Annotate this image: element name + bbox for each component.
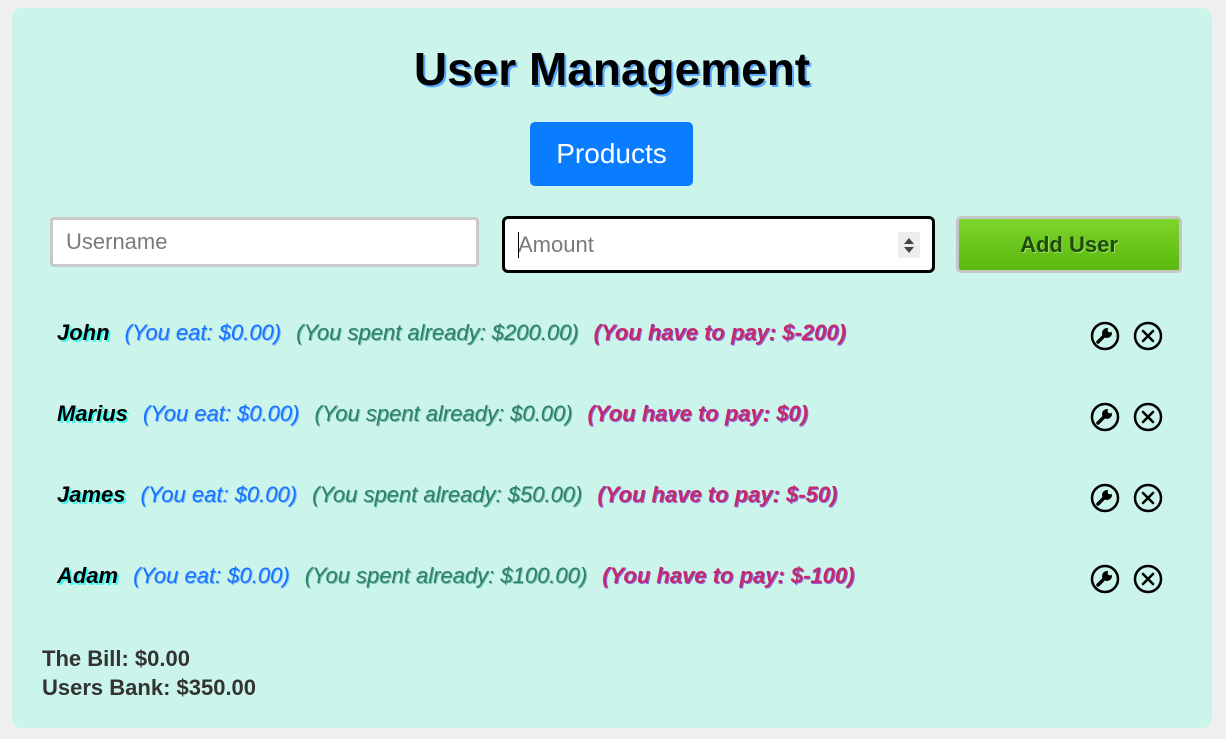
user-name: Adam xyxy=(57,563,119,588)
user-info: James (You eat: $0.00) (You spent already:… xyxy=(57,482,837,508)
bill-total: The Bill: $0.00 xyxy=(42,646,190,671)
user-row-marius: Marius (You eat: $0.00) (You spent already… xyxy=(12,401,1212,461)
amount-input[interactable] xyxy=(505,219,932,270)
text-caret xyxy=(518,232,519,258)
user-info: John (You eat: $0.00) (You spent already: … xyxy=(57,320,846,346)
user-eat: (You eat: $0.00) xyxy=(142,401,300,426)
wrench-icon[interactable] xyxy=(1090,564,1120,594)
user-name: James xyxy=(57,482,126,507)
user-row-adam: Adam (You eat: $0.00) (You spent already: … xyxy=(12,563,1212,623)
wrench-icon[interactable] xyxy=(1090,321,1120,351)
user-pay: (You have to pay: $-50) xyxy=(597,482,838,507)
amount-stepper[interactable] xyxy=(898,232,920,258)
wrench-icon[interactable] xyxy=(1090,483,1120,513)
close-circle-icon[interactable] xyxy=(1133,564,1163,594)
user-spent: (You spent already: $200.00) xyxy=(296,320,579,345)
user-spent: (You spent already: $100.00) xyxy=(304,563,588,588)
close-circle-icon[interactable] xyxy=(1133,483,1163,513)
summary: The Bill: $0.00 Users Bank: $350.00 xyxy=(42,644,256,702)
user-name: Marius xyxy=(57,401,128,426)
username-input[interactable] xyxy=(50,217,479,267)
user-spent: (You spent already: $0.00) xyxy=(314,401,573,426)
user-management-panel: User Management Products Add User John (Y… xyxy=(12,8,1212,728)
amount-field[interactable] xyxy=(502,216,935,273)
users-bank-total: Users Bank: $350.00 xyxy=(42,675,257,700)
user-spent: (You spent already: $50.00) xyxy=(312,482,583,507)
stepper-up-icon[interactable] xyxy=(904,237,914,244)
user-pay: (You have to pay: $0) xyxy=(587,401,808,426)
page-title: User Management xyxy=(413,43,811,95)
user-pay: (You have to pay: $-100) xyxy=(602,563,855,588)
products-button[interactable]: Products xyxy=(530,122,693,186)
user-info: Marius (You eat: $0.00) (You spent already… xyxy=(57,401,808,427)
user-row-james: James (You eat: $0.00) (You spent already:… xyxy=(12,482,1212,542)
user-eat: (You eat: $0.00) xyxy=(133,563,290,588)
add-user-button[interactable]: Add User xyxy=(956,216,1182,273)
stepper-down-icon[interactable] xyxy=(904,246,914,253)
wrench-icon[interactable] xyxy=(1090,402,1120,432)
user-row-john: John (You eat: $0.00) (You spent already: … xyxy=(12,320,1212,380)
user-eat: (You eat: $0.00) xyxy=(124,320,282,345)
close-circle-icon[interactable] xyxy=(1133,402,1163,432)
close-circle-icon[interactable] xyxy=(1133,321,1163,351)
user-pay: (You have to pay: $-200) xyxy=(593,320,846,345)
user-name: John xyxy=(57,320,110,345)
user-info: Adam (You eat: $0.00) (You spent already: … xyxy=(57,563,854,589)
user-eat: (You eat: $0.00) xyxy=(140,482,298,507)
